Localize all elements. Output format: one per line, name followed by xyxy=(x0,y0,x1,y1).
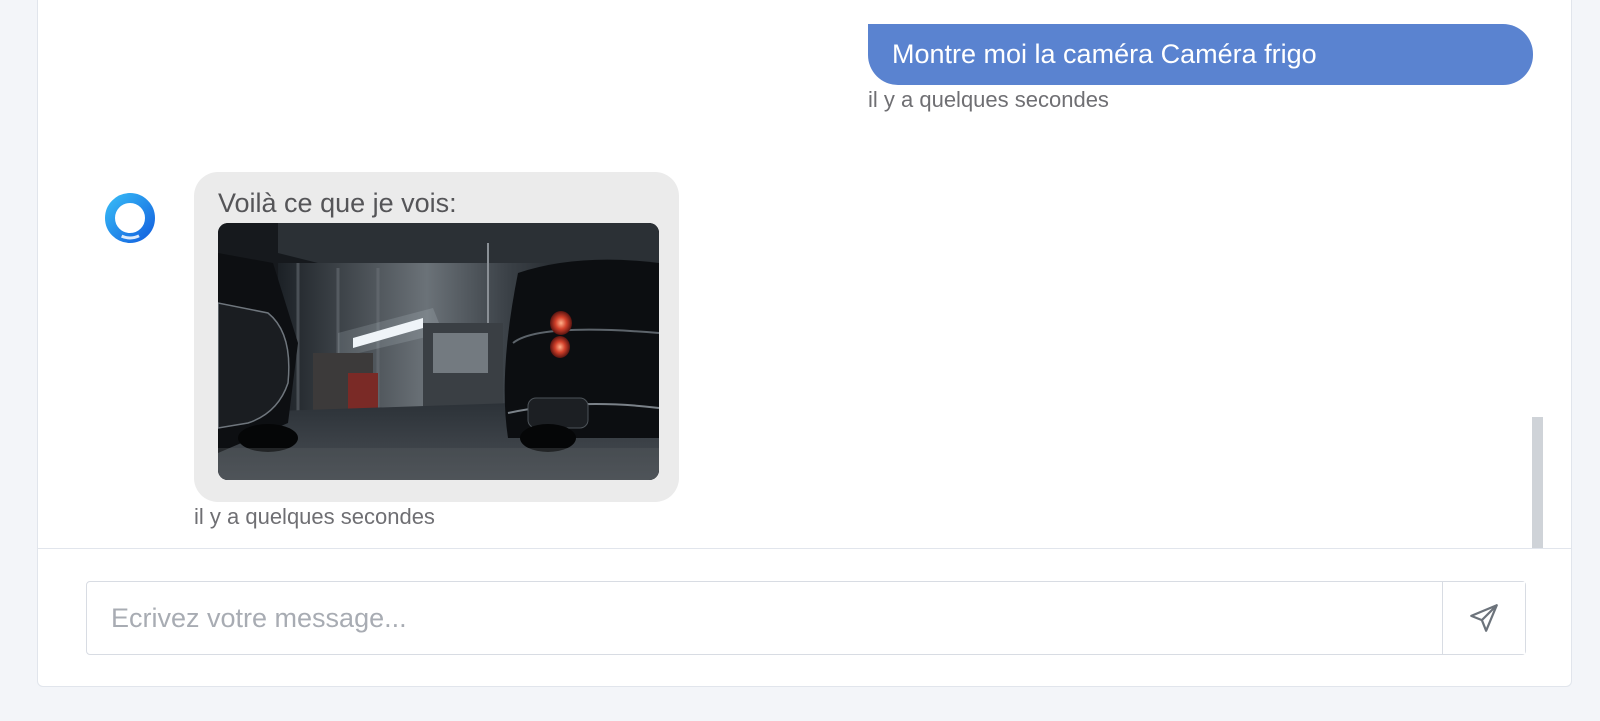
message-list[interactable]: Montre moi la caméra Caméra frigo il y a… xyxy=(38,0,1571,548)
message-list-scrollbar[interactable] xyxy=(1532,417,1543,548)
camera-snapshot-image[interactable] xyxy=(218,223,659,480)
message-input-group xyxy=(86,581,1526,655)
message-composer xyxy=(38,548,1571,686)
chat-panel: Montre moi la caméra Caméra frigo il y a… xyxy=(37,0,1572,687)
send-button[interactable] xyxy=(1442,582,1525,654)
assistant-message-timestamp: il y a quelques secondes xyxy=(194,504,435,529)
user-message-timestamp: il y a quelques secondes xyxy=(868,87,1109,112)
assistant-avatar-icon xyxy=(105,193,155,243)
user-message-bubble: Montre moi la caméra Caméra frigo xyxy=(868,24,1533,85)
message-input[interactable] xyxy=(87,582,1443,654)
assistant-message-text: Voilà ce que je vois: xyxy=(218,188,457,218)
camera-snapshot-illustration xyxy=(218,223,659,480)
assistant-message-bubble: Voilà ce que je vois: xyxy=(194,172,679,502)
user-message-text: Montre moi la caméra Caméra frigo xyxy=(892,39,1317,69)
paper-plane-icon xyxy=(1470,604,1498,632)
